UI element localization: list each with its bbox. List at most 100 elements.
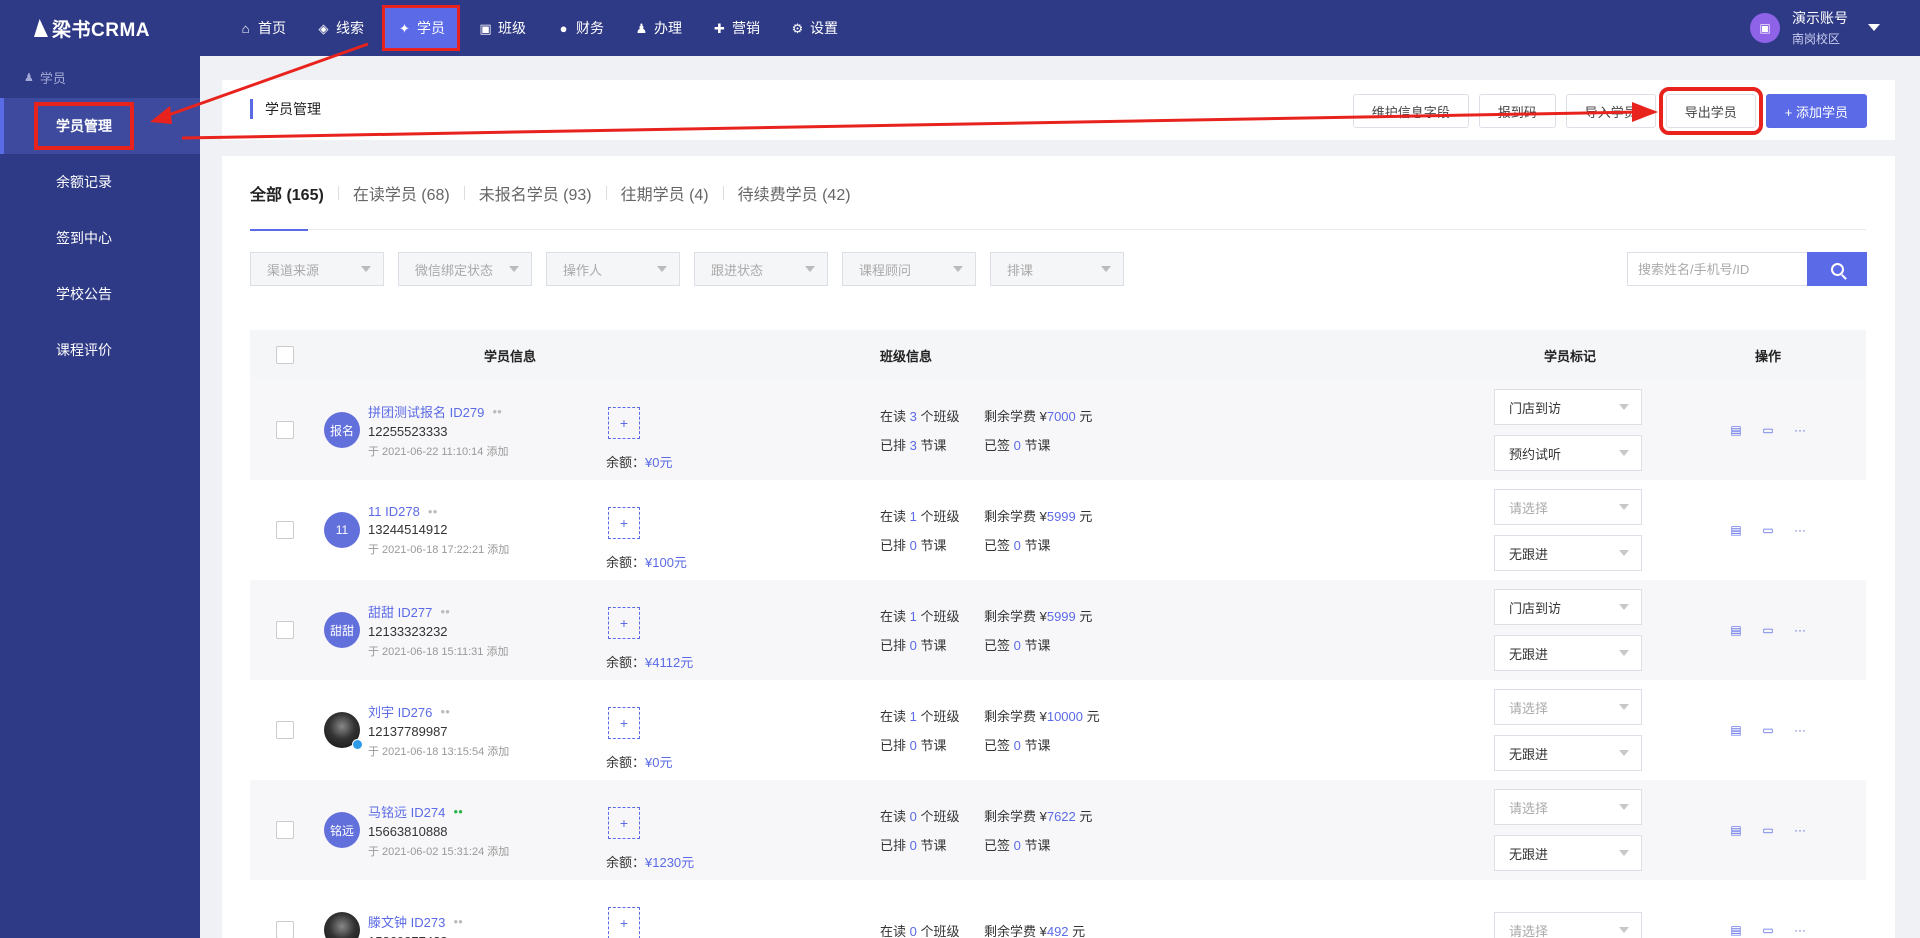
tab-2[interactable]: 未报名学员 (93): [479, 156, 592, 230]
class-info-cell: 在读 1 个班级 剩余学费 ¥5999 元已排 0 节课 已签 0 节课: [880, 606, 1470, 654]
edit-document-icon[interactable]: ▤: [1729, 823, 1743, 837]
monitor-icon[interactable]: ▭: [1761, 623, 1775, 637]
tab-0[interactable]: 全部 (165): [250, 156, 324, 231]
filter-select-3[interactable]: 跟进状态: [694, 252, 828, 286]
student-name-link[interactable]: 刘宇 ID276 ●●: [368, 702, 538, 721]
avatar[interactable]: 11: [324, 512, 360, 548]
monitor-icon[interactable]: ▭: [1761, 923, 1775, 937]
source-tag-select[interactable]: 请选择: [1494, 789, 1642, 825]
sidebar-item-sign-in-center[interactable]: 签到中心: [0, 210, 200, 266]
nav-item-0[interactable]: ⌂ 首页: [226, 8, 298, 48]
monitor-icon[interactable]: ▭: [1761, 823, 1775, 837]
wechat-icon[interactable]: ●●: [453, 807, 463, 816]
sidebar-item-balance-records[interactable]: 余额记录: [0, 154, 200, 210]
wechat-icon[interactable]: ●●: [428, 507, 438, 516]
nav-item-1[interactable]: ◈ 线索: [304, 8, 376, 48]
source-tag-select[interactable]: 请选择: [1494, 912, 1642, 938]
tab-3[interactable]: 往期学员 (4): [621, 156, 709, 230]
wechat-icon[interactable]: ●●: [440, 607, 450, 616]
nav-item-2[interactable]: ✦ 学员: [382, 5, 460, 51]
followup-status-select[interactable]: 无跟进: [1494, 535, 1642, 571]
filter-select-2[interactable]: 操作人: [546, 252, 680, 286]
more-icon[interactable]: ···: [1793, 723, 1807, 737]
filter-select-4[interactable]: 课程顾问: [842, 252, 976, 286]
nav-item-6[interactable]: ✚ 营销: [700, 8, 772, 48]
nav-item-4[interactable]: ● 财务: [544, 8, 616, 48]
export-students-button[interactable]: 导出学员: [1658, 87, 1763, 135]
monitor-icon[interactable]: ▭: [1761, 723, 1775, 737]
add-tag-button[interactable]: +: [608, 707, 640, 739]
search-input[interactable]: [1627, 252, 1807, 286]
account-menu[interactable]: ▣ 演示账号 南岗校区: [1750, 8, 1880, 47]
followup-status-select[interactable]: 预约试听: [1494, 435, 1642, 471]
sidebar-item-course-review[interactable]: 课程评价: [0, 322, 200, 378]
select-all-checkbox[interactable]: [276, 346, 294, 364]
student-name-link[interactable]: 11 ID278 ●●: [368, 504, 538, 519]
sidebar-item-student-management[interactable]: 学员管理: [0, 98, 200, 154]
add-tag-button[interactable]: +: [608, 407, 640, 439]
avatar[interactable]: [324, 912, 360, 938]
nav-item-5[interactable]: ♟ 办理: [622, 8, 694, 48]
monitor-icon[interactable]: ▭: [1761, 523, 1775, 537]
import-students-button[interactable]: 导入学员: [1565, 94, 1656, 128]
student-name-link[interactable]: 拼团测试报名 ID279 ●●: [368, 402, 538, 421]
followup-status-select[interactable]: 无跟进: [1494, 635, 1642, 671]
more-icon[interactable]: ···: [1793, 423, 1807, 437]
row-checkbox[interactable]: [276, 521, 294, 539]
followup-status-select[interactable]: 无跟进: [1494, 735, 1642, 771]
chevron-down-icon[interactable]: [1868, 24, 1880, 31]
source-tag-select[interactable]: 门店到访: [1494, 589, 1642, 625]
edit-document-icon[interactable]: ▤: [1729, 523, 1743, 537]
more-icon[interactable]: ···: [1793, 523, 1807, 537]
edit-document-icon[interactable]: ▤: [1729, 623, 1743, 637]
more-icon[interactable]: ···: [1793, 823, 1807, 837]
source-tag-select[interactable]: 门店到访: [1494, 389, 1642, 425]
row-checkbox[interactable]: [276, 421, 294, 439]
edit-document-icon[interactable]: ▤: [1729, 423, 1743, 437]
avatar[interactable]: [324, 712, 363, 750]
wechat-icon[interactable]: ●●: [453, 917, 463, 926]
filter-select-5[interactable]: 排课: [990, 252, 1124, 286]
nav-item-7[interactable]: ⚙ 设置: [778, 8, 850, 48]
checkin-code-button[interactable]: 报到码: [1478, 94, 1556, 128]
source-tag-select[interactable]: 请选择: [1494, 489, 1642, 525]
table-header: 学员信息 班级信息 学员标记 操作: [250, 330, 1866, 380]
avatar[interactable]: 甜甜: [324, 612, 360, 648]
chevron-down-icon: [361, 266, 371, 272]
add-tag-button[interactable]: +: [608, 507, 640, 539]
add-tag-button[interactable]: +: [608, 607, 640, 639]
row-checkbox[interactable]: [276, 921, 294, 938]
home-icon: ⌂: [241, 20, 250, 36]
followup-status-select[interactable]: 无跟进: [1494, 835, 1642, 871]
row-checkbox[interactable]: [276, 621, 294, 639]
filter-select-0[interactable]: 渠道来源: [250, 252, 384, 286]
wechat-icon[interactable]: ●●: [492, 407, 502, 416]
row-checkbox[interactable]: [276, 821, 294, 839]
wechat-icon[interactable]: ●●: [440, 707, 450, 716]
nav-item-3[interactable]: ▣ 班级: [466, 8, 538, 48]
add-student-button[interactable]: + 添加学员: [1765, 94, 1867, 128]
student-name-link[interactable]: 滕文钟 ID273 ●●: [368, 912, 538, 931]
add-tag-button[interactable]: +: [608, 807, 640, 839]
avatar[interactable]: 铭远: [324, 812, 360, 848]
student-name-link[interactable]: 马铭远 ID274 ●●: [368, 802, 538, 821]
edit-document-icon[interactable]: ▤: [1729, 723, 1743, 737]
app-logo[interactable]: 梁书CRMA: [0, 0, 200, 56]
account-avatar-icon[interactable]: ▣: [1750, 12, 1780, 43]
add-tag-button[interactable]: +: [608, 907, 640, 938]
tab-4[interactable]: 待续费学员 (42): [738, 156, 851, 230]
edit-document-icon[interactable]: ▤: [1729, 923, 1743, 937]
row-checkbox[interactable]: [276, 721, 294, 739]
avatar[interactable]: 报名: [324, 412, 360, 448]
tab-1[interactable]: 在读学员 (68): [353, 156, 450, 230]
more-icon[interactable]: ···: [1793, 623, 1807, 637]
source-tag-select[interactable]: 请选择: [1494, 689, 1642, 725]
filter-select-1[interactable]: 微信绑定状态: [398, 252, 532, 286]
monitor-icon[interactable]: ▭: [1761, 423, 1775, 437]
sidebar-item-school-notice[interactable]: 学校公告: [0, 266, 200, 322]
search-button[interactable]: [1807, 252, 1867, 286]
student-name: 滕文钟 ID273: [368, 914, 446, 930]
more-icon[interactable]: ···: [1793, 923, 1807, 937]
maintain-fields-button[interactable]: 维护信息字段: [1352, 94, 1469, 128]
student-name-link[interactable]: 甜甜 ID277 ●●: [368, 602, 538, 621]
